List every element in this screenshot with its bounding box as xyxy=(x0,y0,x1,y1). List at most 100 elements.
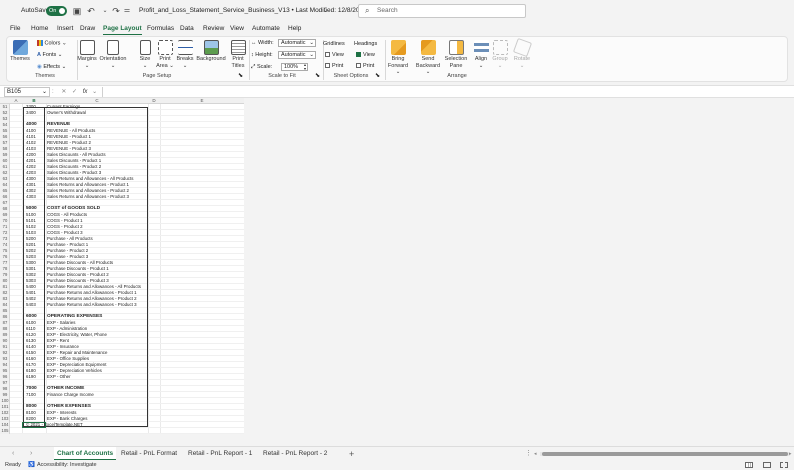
enter-icon[interactable]: ✓ xyxy=(72,89,77,95)
save-icon[interactable]: ▣ xyxy=(71,4,83,18)
height-value: Automatic xyxy=(281,52,306,58)
send-backward-label: Send Backward xyxy=(415,56,441,69)
horizontal-scrollbar[interactable] xyxy=(540,452,790,456)
undo-icon[interactable]: ↶ xyxy=(85,4,97,18)
scroll-left-icon[interactable]: ◂ xyxy=(534,447,537,461)
chevron-down-icon: ⌄ xyxy=(309,52,314,58)
gridlines-view-checkbox[interactable]: View xyxy=(325,52,344,59)
spinner-arrows-icon[interactable]: ▴ ▾ xyxy=(304,63,306,71)
background-button[interactable]: Background xyxy=(195,40,227,63)
account-number-cell[interactable] xyxy=(26,428,45,434)
tab-review[interactable]: Review xyxy=(203,22,224,35)
insert-function-icon[interactable]: fx xyxy=(83,89,88,95)
effects-button[interactable]: ◉ Effects ⌄ xyxy=(37,64,66,71)
size-button[interactable]: Size ⌄ xyxy=(135,40,155,69)
tab-split-handle-icon[interactable]: ⋮ xyxy=(525,447,532,461)
scale-label: ⤢ Scale: xyxy=(251,64,273,70)
page-break-preview-icon[interactable] xyxy=(780,462,788,468)
tab-file[interactable]: File xyxy=(10,22,20,35)
cell-grid[interactable]: 3300 Current Earnings 3400 Owner's Withdraw… xyxy=(10,104,244,434)
print-area-icon xyxy=(157,40,173,55)
orientation-button[interactable]: Orientation ⌄ xyxy=(99,40,127,69)
background-icon xyxy=(203,40,219,55)
tab-view[interactable]: View xyxy=(230,22,244,35)
formula-controls: : ✕ ✓ fx ⌄ xyxy=(52,87,97,97)
scale-spinner[interactable]: 100% ▴ ▾ xyxy=(281,63,308,71)
align-label: Align xyxy=(474,56,488,62)
tab-formulas[interactable]: Formulas xyxy=(147,22,174,35)
selection-pane-icon xyxy=(448,40,464,55)
fonts-button[interactable]: A Fonts ⌄ xyxy=(37,52,62,59)
tab-page-layout[interactable]: Page Layout xyxy=(103,22,142,35)
colors-label: Colors xyxy=(44,40,61,47)
row-header[interactable]: 105 xyxy=(0,428,10,434)
search-input[interactable]: Search xyxy=(377,5,398,17)
group-button[interactable]: Group ⌄ xyxy=(491,40,509,69)
print-area-button[interactable]: Print Area ⌄ xyxy=(153,40,177,69)
headings-view-checkbox[interactable]: View xyxy=(356,52,375,59)
sheet-tab-retail-pnl-report-1[interactable]: Retail - PnL Report - 1 xyxy=(188,447,252,461)
headings-heading: Headings xyxy=(354,41,378,47)
selected-cell[interactable] xyxy=(22,422,46,428)
margins-button[interactable]: Margins ⌄ xyxy=(77,40,97,69)
autosave-label: AutoSave xyxy=(21,7,50,14)
page-layout-view-icon[interactable] xyxy=(763,462,771,468)
tab-home[interactable]: Home xyxy=(31,22,48,35)
page-setup-launcher-icon[interactable]: ⬊ xyxy=(238,73,243,80)
themes-button[interactable]: Themes xyxy=(9,40,31,63)
add-sheet-button[interactable]: + xyxy=(349,447,354,461)
accessibility-icon[interactable]: ♿ xyxy=(28,460,35,470)
print-titles-button[interactable]: Print Titles xyxy=(227,40,249,69)
align-button[interactable]: Align ⌄ xyxy=(472,40,490,69)
scroll-right-icon[interactable]: ▸ xyxy=(789,447,792,461)
breaks-icon xyxy=(177,40,193,55)
tab-help[interactable]: Help xyxy=(288,22,301,35)
sheet-tab-retail-pnl-format[interactable]: Retail - PnL Format xyxy=(121,447,177,461)
checkbox-unchecked-icon xyxy=(325,52,330,58)
search-icon: ⌕ xyxy=(365,6,370,15)
bring-forward-button[interactable]: Bring Forward ⌄ xyxy=(387,40,409,76)
ribbon-tabs: File Home Insert Draw Page Layout Formul… xyxy=(0,22,794,35)
width-label: ↔ Width: xyxy=(251,40,274,46)
send-backward-button[interactable]: Send Backward ⌄ xyxy=(415,40,441,76)
formula-input[interactable] xyxy=(102,87,790,97)
tab-automate[interactable]: Automate xyxy=(252,22,280,35)
sheet-options-launcher-icon[interactable]: ⬊ xyxy=(375,73,380,80)
scroll-tabs-left-icon[interactable]: ‹ xyxy=(12,447,14,461)
tab-data[interactable]: Data xyxy=(180,22,194,35)
formula-bar: B105 ⌄ : ✕ ✓ fx ⌄ xyxy=(0,85,794,98)
height-select[interactable]: Automatic ⌄ xyxy=(278,51,316,59)
search-box[interactable]: ⌕ Search xyxy=(358,4,526,18)
sheet-tab-chart-of-accounts[interactable]: Chart of Accounts xyxy=(54,447,117,461)
normal-view-icon[interactable] xyxy=(745,462,753,468)
title-chevron-down-icon[interactable]: ⌄ xyxy=(323,0,328,22)
tab-draw[interactable]: Draw xyxy=(80,22,95,35)
sheet-tab-retail-pnl-report-2[interactable]: Retail - PnL Report - 2 xyxy=(263,447,327,461)
scale-icon: ⤢ xyxy=(251,64,256,70)
scroll-tabs-right-icon[interactable]: › xyxy=(30,447,32,461)
formula-expand-icon[interactable]: ⌄ xyxy=(92,89,97,95)
accessibility-status[interactable]: Accessibility: Investigate xyxy=(37,460,97,470)
group-label: Group xyxy=(492,56,508,62)
customize-quick-access-icon[interactable]: ⚌ xyxy=(121,4,133,18)
width-select[interactable]: Automatic ⌄ xyxy=(278,39,316,47)
headings-print-checkbox[interactable]: Print xyxy=(356,63,374,70)
selection-pane-button[interactable]: Selection Pane xyxy=(444,40,468,69)
bring-forward-icon xyxy=(390,40,406,55)
rotate-icon xyxy=(512,37,532,58)
breaks-button[interactable]: Breaks ⌄ xyxy=(175,40,195,69)
tab-insert[interactable]: Insert xyxy=(57,22,73,35)
colors-button[interactable]: Colors ⌄ xyxy=(37,40,67,47)
name-box[interactable]: B105 ⌄ xyxy=(4,87,50,97)
file-title[interactable]: Profit_and_Loss_Statement_Service_Busine… xyxy=(139,0,367,22)
cancel-icon[interactable]: ✕ xyxy=(61,89,66,95)
scrollbar-thumb[interactable] xyxy=(542,452,788,456)
chevron-down-icon: ⌄ xyxy=(309,40,314,46)
autosave-toggle[interactable]: On xyxy=(46,6,67,16)
group-icon xyxy=(492,40,508,55)
account-name-cell[interactable] xyxy=(47,428,147,434)
gridlines-print-checkbox[interactable]: Print xyxy=(325,63,343,70)
headings-view-label: View xyxy=(363,52,375,58)
rotate-button[interactable]: Rotate ⌄ xyxy=(512,37,532,69)
scale-to-fit-launcher-icon[interactable]: ⬊ xyxy=(315,73,320,80)
